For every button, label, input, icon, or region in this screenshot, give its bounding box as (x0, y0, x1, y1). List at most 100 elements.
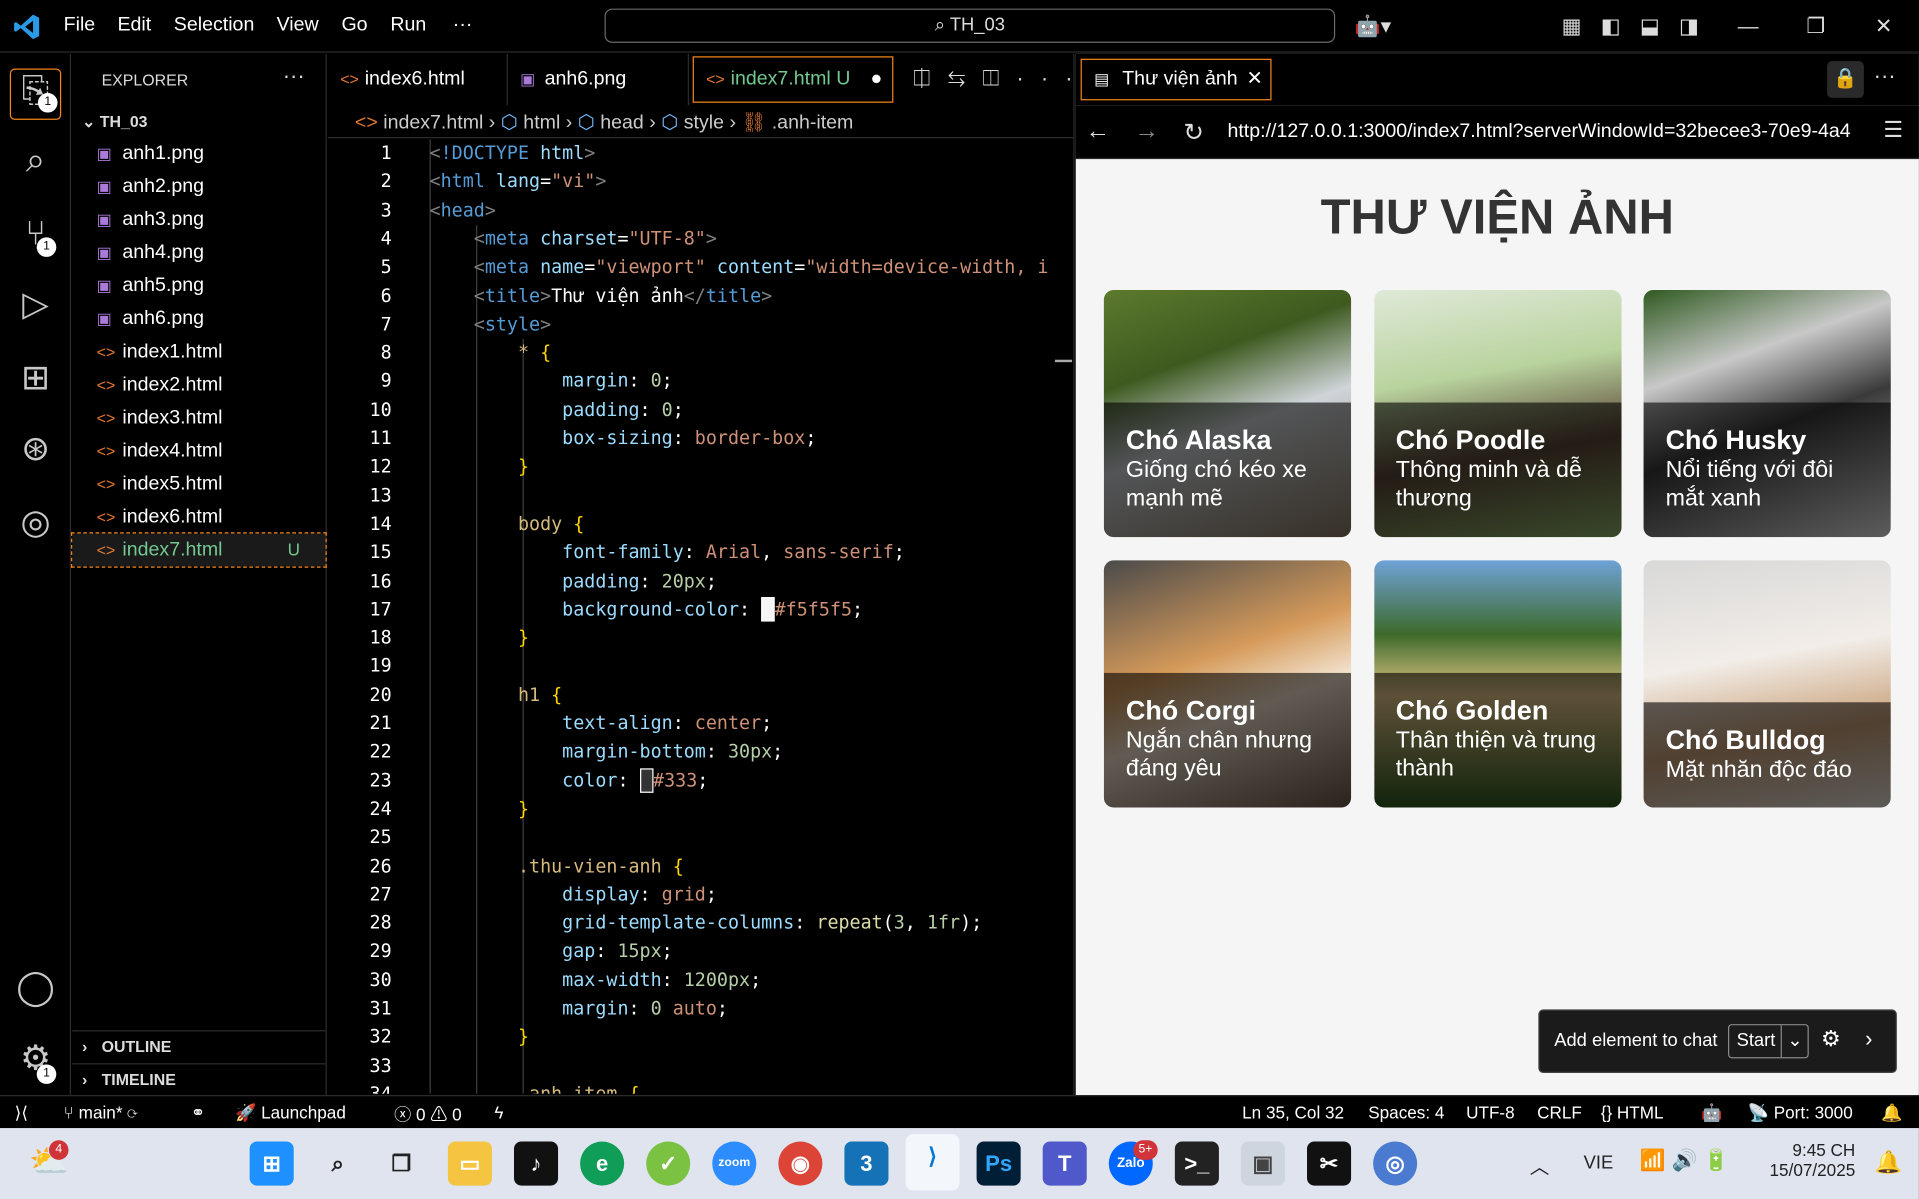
remote-icon[interactable]: ⟩⟨ (15, 1102, 28, 1123)
menu-file[interactable]: File (64, 15, 96, 37)
code-line[interactable]: padding: 0; (430, 398, 684, 420)
chrome-icon[interactable]: ◉ (778, 1141, 823, 1186)
gallery-card[interactable]: Chó Alaska Giống chó kéo xe mạnh mẽ (1103, 289, 1352, 538)
indentation[interactable]: Spaces: 4 (1368, 1102, 1444, 1122)
run-debug-icon[interactable]: ▷ (15, 284, 57, 326)
tiktok-icon[interactable]: ♪ (513, 1141, 559, 1186)
code-line[interactable]: background-color: #f5f5f5; (430, 596, 863, 622)
code-line[interactable]: } (430, 456, 529, 478)
back-icon[interactable]: ← (1086, 117, 1110, 145)
menu-run[interactable]: Run (390, 15, 426, 37)
file-item[interactable]: <> index1.html (72, 335, 325, 368)
code-line[interactable]: text-align: center; (430, 712, 772, 734)
gallery-card[interactable]: Chó Husky Nổi tiếng với đôi mắt xanh (1643, 289, 1891, 538)
code-line[interactable]: } (430, 1026, 529, 1048)
code-line[interactable]: <title>Thư viện ảnh</title> (430, 284, 772, 306)
code-line[interactable]: <head> (430, 199, 496, 221)
app-globe-icon[interactable]: ◎ (1373, 1141, 1418, 1186)
language-mode[interactable]: {} HTML (1601, 1102, 1664, 1122)
account-icon[interactable]: ◯ (15, 967, 57, 1009)
customize-layout-icon[interactable]: ▦ (1562, 15, 1582, 39)
tab-preview[interactable]: ▤ Thư viện ảnh ✕ (1080, 58, 1272, 101)
git-graph-icon[interactable]: ⊛ (15, 428, 57, 470)
css3-icon[interactable]: 3 (844, 1141, 889, 1186)
cursor-position[interactable]: Ln 35, Col 32 (1242, 1102, 1344, 1122)
unsaved-dot-icon[interactable]: ● (871, 58, 883, 102)
photoshop-icon[interactable]: Ps (976, 1141, 1021, 1186)
code-line[interactable]: } (430, 627, 529, 649)
breadcrumb-style[interactable]: style (684, 113, 724, 134)
terminal-icon[interactable]: >_ (1174, 1141, 1219, 1186)
gallery-card[interactable]: Chó Corgi Ngắn chân nhưng đáng yêu (1103, 560, 1352, 808)
file-item[interactable]: <> index6.html (72, 500, 325, 533)
code-line[interactable]: margin: 0; (430, 370, 673, 392)
chevron-up-icon[interactable]: ︿ (1530, 1150, 1550, 1179)
edge-icon[interactable]: e (580, 1141, 625, 1186)
more-actions-icon[interactable]: ··· (1874, 64, 1896, 90)
breadcrumb-html[interactable]: html (523, 113, 560, 134)
git-graph-icon[interactable]: ⚭ (191, 1102, 205, 1123)
file-item[interactable]: <> index5.html (72, 467, 325, 500)
gallery-card[interactable]: Chó Bulldog Mặt nhăn độc đáo (1643, 560, 1891, 808)
code-line[interactable]: h1 { (430, 684, 562, 706)
menu-edit[interactable]: Edit (117, 15, 151, 37)
toggle-panel-icon[interactable]: ⬓ (1640, 15, 1660, 39)
notifications-icon[interactable]: 🔔 (1881, 1102, 1902, 1123)
breadcrumb-head[interactable]: head (600, 113, 644, 134)
code-line[interactable]: padding: 20px; (430, 570, 717, 592)
problems-indicator[interactable]: ⓧ 0 ⚠ 0 (394, 1102, 462, 1126)
close-tab-icon[interactable]: ✕ (1247, 60, 1263, 99)
encoding[interactable]: UTF-8 (1466, 1102, 1515, 1122)
file-item[interactable]: <> index7.html U (70, 532, 327, 568)
file-item[interactable]: ▣ anh5.png (72, 269, 325, 302)
workspace-folder[interactable]: ⌄ TH_03 (82, 113, 148, 133)
lightning-icon[interactable]: ϟ (494, 1102, 503, 1122)
file-item[interactable]: ▣ anh1.png (72, 137, 325, 170)
breadcrumb-selector[interactable]: .anh-item (772, 113, 854, 134)
vm-icon[interactable]: ▣ (1240, 1141, 1285, 1186)
code-line[interactable]: <!DOCTYPE html> (430, 142, 596, 164)
code-line[interactable]: font-family: Arial, sans-serif; (430, 541, 905, 563)
breadcrumb-file[interactable]: index7.html (383, 113, 483, 134)
code-line[interactable]: <meta charset="UTF-8"> (430, 227, 717, 249)
launchpad[interactable]: 🚀 Launchpad (235, 1102, 346, 1123)
code-line[interactable]: gap: 15px; (430, 940, 673, 962)
menu-moremoremore[interactable]: ··· (453, 15, 473, 37)
code-editor[interactable]: 1 <!DOCTYPE html> 2 <html lang="vi"> 3 <head>… (328, 139, 1075, 1094)
app-icon[interactable]: ✓ (646, 1141, 691, 1186)
chevron-right-icon[interactable]: › (1865, 1027, 1872, 1053)
menu-view[interactable]: View (277, 15, 319, 37)
more-actions-icon[interactable]: ··· (283, 64, 305, 90)
code-line[interactable]: } (430, 798, 529, 820)
code-line[interactable]: .anh-item { (430, 1083, 640, 1094)
zoom-icon[interactable]: zoom (712, 1141, 757, 1186)
file-item[interactable]: ▣ anh4.png (72, 236, 325, 269)
code-line[interactable]: margin-bottom: 30px; (430, 741, 783, 763)
gallery-card[interactable]: Chó Poodle Thông minh và dễ thương (1373, 289, 1621, 538)
lock-icon[interactable]: 🔒 (1827, 61, 1864, 98)
file-item[interactable]: <> index2.html (72, 368, 325, 401)
code-line[interactable]: <style> (430, 313, 551, 335)
remote-explorer-icon[interactable]: ◎ (15, 502, 57, 544)
file-item[interactable]: <> index4.html (72, 434, 325, 467)
code-line[interactable]: .thu-vien-anh { (430, 855, 684, 877)
file-item[interactable]: <> index3.html (72, 401, 325, 434)
start-dropdown[interactable]: Start ⌄ (1728, 1024, 1809, 1059)
tab-index6[interactable]: <> index6.html (328, 53, 508, 106)
code-line[interactable]: <meta name="viewport" content="width=dev… (430, 256, 1049, 278)
notification-center-icon[interactable]: 🔔 (1875, 1150, 1902, 1176)
end-of-line[interactable]: CRLF (1537, 1102, 1582, 1122)
code-line[interactable]: color: #333; (430, 767, 708, 793)
code-line[interactable]: * { (430, 341, 551, 363)
input-language[interactable]: VIE (1584, 1153, 1614, 1174)
editor-actions[interactable]: ⎅⇆◫··· (913, 66, 1090, 92)
close-window-icon[interactable]: ✕ (1875, 15, 1892, 39)
wifi-volume-battery-icons[interactable]: 📶 🔊 🔋 (1640, 1149, 1729, 1173)
extensions-icon[interactable]: ⊞ (15, 357, 57, 399)
search-activity-icon[interactable]: ⌕ (15, 139, 57, 181)
toggle-secondary-sidebar-icon[interactable]: ◨ (1679, 15, 1699, 39)
forward-icon[interactable]: → (1134, 117, 1158, 145)
copilot-icon[interactable]: 🤖▾ (1355, 15, 1391, 39)
search-icon[interactable]: ⌕ (316, 1142, 360, 1186)
file-explorer-icon[interactable]: ▭ (447, 1141, 492, 1186)
